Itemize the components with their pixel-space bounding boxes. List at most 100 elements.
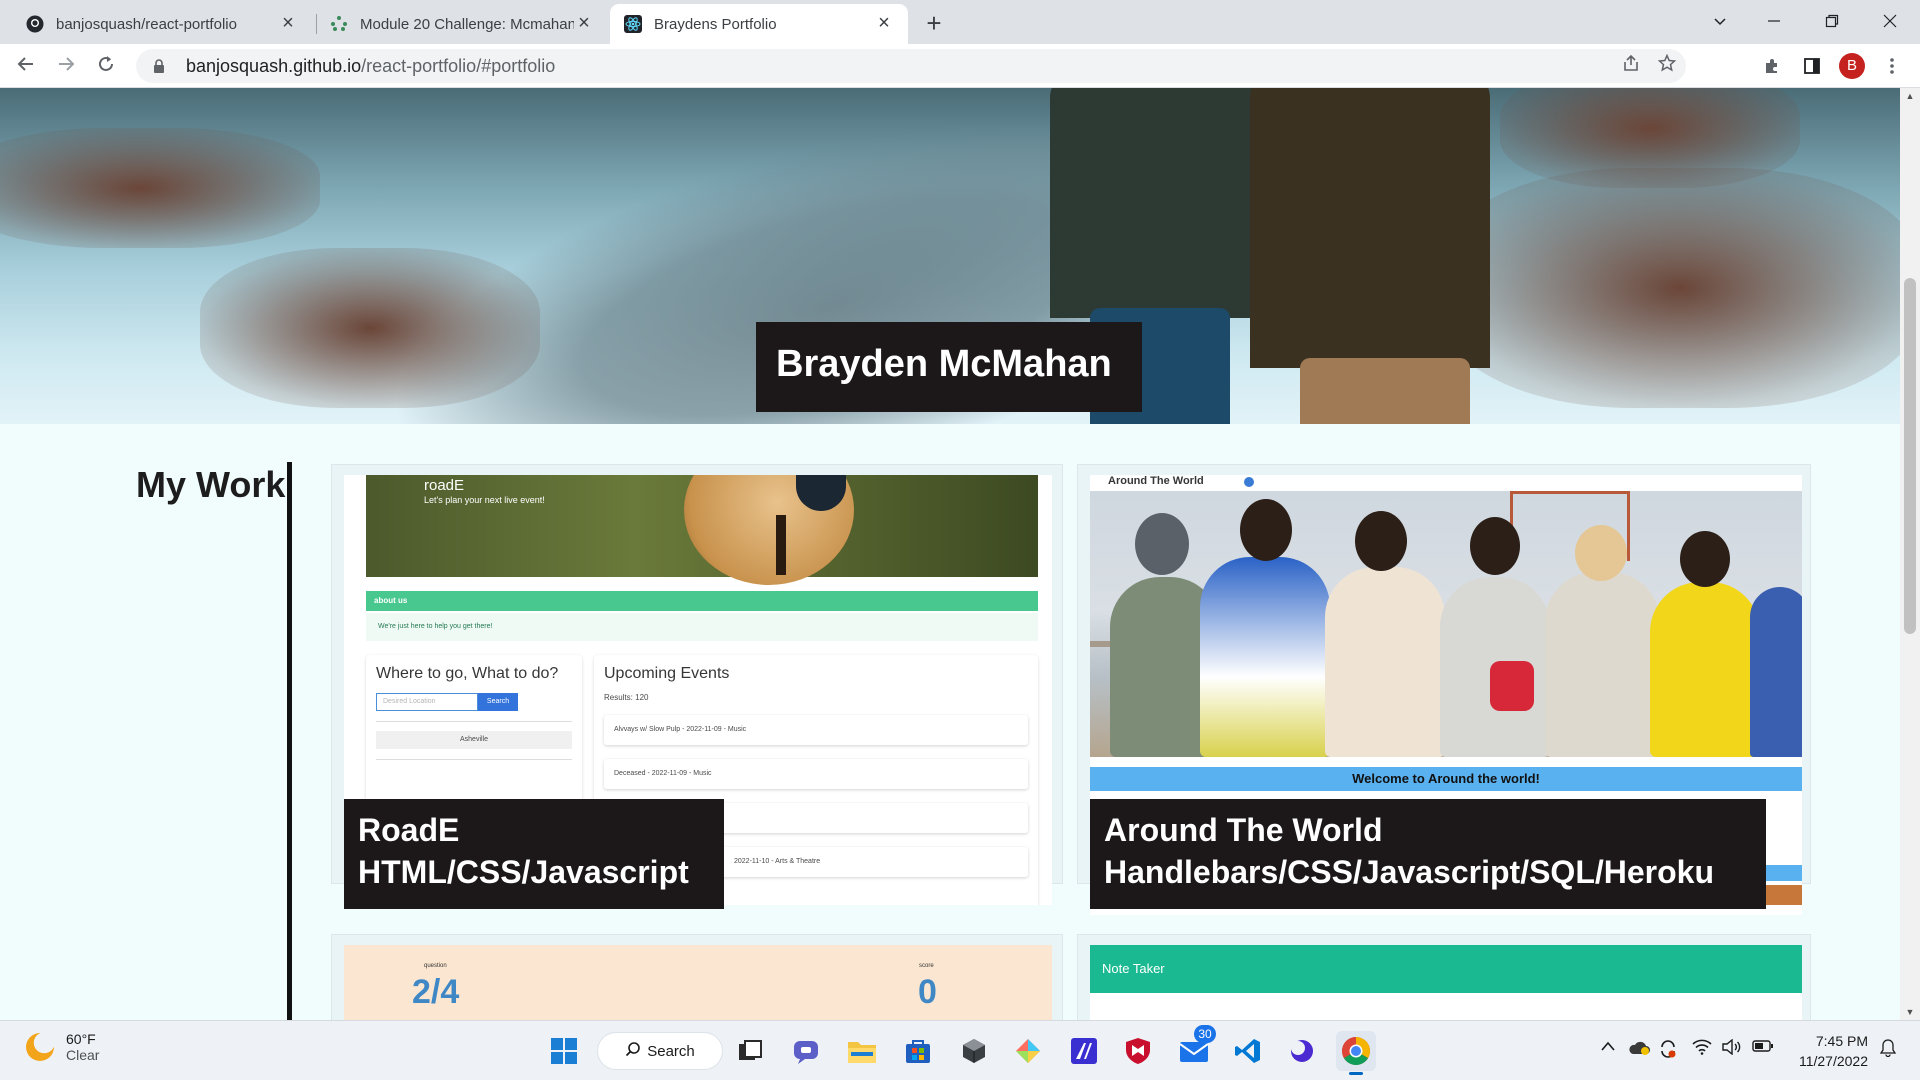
tab-title: Braydens Portfolio	[654, 15, 777, 33]
more-menu-icon[interactable]	[1876, 50, 1908, 82]
address-bar[interactable]: banjosquash.github.io/react-portfolio/#p…	[136, 49, 1686, 83]
roade-events-heading: Upcoming Events	[604, 665, 730, 682]
roade-tagline: Let's plan your next live event!	[424, 495, 545, 505]
quiz-header: question 2/4 score 0	[344, 945, 1052, 1020]
close-tab-icon[interactable]: ×	[574, 13, 594, 34]
gem-app-icon[interactable]	[1008, 1031, 1048, 1071]
tab-title: Module 20 Challenge: Mcmahan,	[360, 15, 574, 33]
teams-chat-icon[interactable]	[786, 1031, 826, 1071]
mail-icon[interactable]: 30	[1174, 1025, 1216, 1071]
atw-site-title: Around The World	[1108, 475, 1204, 487]
taskbar-search-label: Search	[647, 1042, 695, 1060]
side-panel-icon[interactable]	[1796, 50, 1828, 82]
taskbar-search[interactable]: Search	[597, 1032, 723, 1070]
divider	[376, 721, 572, 722]
page-viewport: Brayden McMahan My Work roadE Let's plan…	[0, 88, 1900, 1020]
back-arrow-icon[interactable]	[10, 50, 42, 82]
tab-portfolio[interactable]: Braydens Portfolio ×	[610, 4, 908, 44]
notification-bell-icon[interactable]	[1879, 1039, 1897, 1062]
roade-results-count: Results: 120	[604, 693, 649, 702]
taskbar-clock[interactable]: 7:45 PM 11/27/2022	[1788, 1031, 1868, 1071]
scroll-up-arrow-icon[interactable]: ▲	[1900, 88, 1920, 104]
project-tech-stack: HTML/CSS/Javascript	[358, 854, 689, 890]
weather-widget[interactable]: 60°F Clear	[26, 1031, 99, 1063]
hero-banner: Brayden McMahan	[0, 88, 1900, 424]
tab-github[interactable]: banjosquash/react-portfolio ×	[12, 4, 312, 44]
person-head	[1135, 513, 1189, 575]
file-explorer-icon[interactable]	[842, 1031, 882, 1071]
person-head	[1240, 499, 1292, 561]
project-caption[interactable]: RoadE HTML/CSS/Javascript	[344, 799, 724, 909]
project-card-note-taker[interactable]: Note Taker	[1077, 934, 1811, 1020]
hero-brush	[1440, 168, 1900, 408]
atw-welcome-banner: Welcome to Around the world!	[1090, 767, 1802, 791]
tab-module-20[interactable]: Module 20 Challenge: Mcmahan, ×	[316, 4, 608, 44]
bookmark-star-icon[interactable]	[1650, 49, 1684, 83]
wifi-icon[interactable]	[1692, 1039, 1712, 1060]
new-tab-button[interactable]: +	[918, 8, 950, 40]
scroll-down-arrow-icon[interactable]: ▼	[1900, 1004, 1920, 1020]
ide-app-icon[interactable]	[1064, 1031, 1104, 1071]
roade-event-item: Alvvays w/ Slow Pulp - 2022-11-09 - Musi…	[604, 715, 1028, 745]
tab-title: banjosquash/react-portfolio	[56, 15, 237, 33]
project-caption[interactable]: Around The World Handlebars/CSS/Javascri…	[1090, 799, 1766, 909]
hero-name-title: Brayden McMahan	[756, 322, 1142, 412]
browser-toolbar: banjosquash.github.io/react-portfolio/#p…	[0, 44, 1920, 88]
weather-temperature: 60°F	[66, 1031, 96, 1047]
vscode-icon[interactable]	[1228, 1031, 1268, 1071]
hero-person	[1050, 88, 1260, 318]
hero-person-legs	[1300, 358, 1470, 424]
guitar-bridge	[776, 515, 786, 575]
project-card-quiz[interactable]: question 2/4 score 0	[331, 934, 1063, 1020]
minimize-icon[interactable]	[1750, 6, 1798, 38]
person-figure	[1750, 587, 1802, 757]
roade-event-item: Deceased - 2022-11-09 - Music	[604, 759, 1028, 789]
section-divider	[287, 462, 292, 1020]
restore-icon[interactable]	[1808, 6, 1856, 38]
friends-photo	[1090, 491, 1802, 757]
windows-start-icon[interactable]	[544, 1031, 584, 1071]
quiz-question-value: 2/4	[412, 973, 460, 1011]
roade-location-input: Desired Location	[376, 693, 478, 711]
sync-icon[interactable]	[1658, 1039, 1678, 1064]
hero-brush	[200, 248, 540, 408]
onedrive-icon[interactable]	[1628, 1039, 1650, 1060]
roade-logo-text: roadE	[424, 477, 465, 494]
mcafee-shield-icon[interactable]	[1118, 1031, 1158, 1071]
close-window-icon[interactable]	[1866, 6, 1914, 38]
cube-app-icon[interactable]	[954, 1031, 994, 1071]
share-icon[interactable]	[1614, 49, 1648, 83]
scrollbar-thumb[interactable]	[1904, 278, 1916, 634]
reload-icon[interactable]	[90, 50, 122, 82]
person-figure	[1545, 572, 1660, 757]
red-backpack	[1490, 661, 1534, 711]
microsoft-store-icon[interactable]	[898, 1031, 938, 1071]
project-name: Around The World	[1104, 812, 1383, 848]
quiz-question-label: question	[424, 963, 447, 969]
github-icon	[26, 15, 44, 33]
page-scrollbar[interactable]: ▲ ▼	[1900, 88, 1920, 1020]
project-card-around-the-world[interactable]: Around The World Welcome to Around the w…	[1077, 464, 1811, 915]
profile-avatar[interactable]: B	[1836, 50, 1868, 82]
project-card-roade[interactable]: roadE Let's plan your next live event! a…	[331, 464, 1063, 909]
lock-icon[interactable]	[150, 57, 168, 75]
moon-app-icon[interactable]	[1282, 1031, 1322, 1071]
canvas-icon	[330, 15, 348, 33]
url-host: banjosquash.github.io	[186, 55, 362, 76]
volume-icon[interactable]	[1722, 1038, 1742, 1060]
battery-icon[interactable]	[1752, 1039, 1774, 1058]
extensions-puzzle-icon[interactable]	[1756, 50, 1788, 82]
project-thumbnail[interactable]: question 2/4 score 0	[344, 945, 1052, 1020]
project-thumbnail[interactable]: Note Taker	[1090, 945, 1802, 1020]
globe-icon	[1244, 477, 1254, 487]
forward-arrow-icon[interactable]	[50, 50, 82, 82]
task-view-icon[interactable]	[730, 1031, 770, 1071]
chrome-icon[interactable]	[1336, 1031, 1376, 1075]
project-tech-stack: Handlebars/CSS/Javascript/SQL/Heroku	[1104, 854, 1714, 890]
roade-about-heading: about us	[366, 591, 1038, 611]
close-tab-icon[interactable]: ×	[874, 13, 894, 34]
show-hidden-icons-chevron[interactable]	[1600, 1039, 1616, 1057]
tab-search-chevron-icon[interactable]	[1696, 6, 1744, 38]
mail-unread-badge: 30	[1194, 1025, 1216, 1043]
close-tab-icon[interactable]: ×	[278, 13, 298, 34]
